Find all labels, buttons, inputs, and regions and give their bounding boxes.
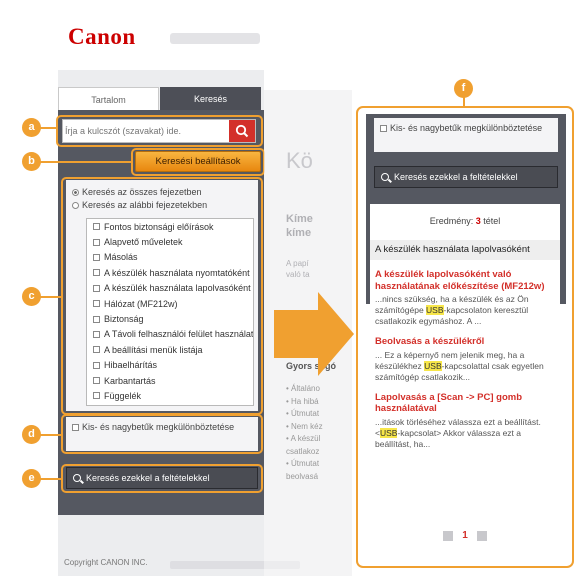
tab-contents[interactable]: Tartalom xyxy=(58,87,159,111)
callout-a: a xyxy=(22,118,41,137)
callout-d: d xyxy=(22,425,41,444)
callout-c-leader xyxy=(38,296,62,298)
quick-help-item[interactable]: • A készül csatlakoz xyxy=(286,433,326,458)
next-page-button[interactable] xyxy=(476,530,487,541)
callout-d-outline xyxy=(61,414,263,454)
callout-b-leader xyxy=(38,161,132,163)
tab-search[interactable]: Keresés xyxy=(160,87,261,111)
callout-b: b xyxy=(22,152,41,171)
prev-page-button[interactable] xyxy=(443,530,454,541)
result-snippet: ...itások törléséhez válassza ezt a beál… xyxy=(375,416,541,449)
quick-help-item[interactable]: • Nem kéz xyxy=(286,421,326,434)
result-link[interactable]: Lapolvasás a [Scan -> PC] gomb használat… xyxy=(375,392,555,415)
quick-help-item[interactable]: • Általáno xyxy=(286,383,326,396)
quick-help-list: • Általáno • Ha hibá • Útmutat • Nem kéz… xyxy=(286,383,326,483)
current-page[interactable]: 1 xyxy=(462,530,468,541)
callout-c: c xyxy=(22,287,41,306)
search-with-conditions-label: Keresés ezekkel a feltételekkel xyxy=(394,172,518,182)
quick-help-item[interactable]: • Ha hibá xyxy=(286,396,326,409)
canon-logo[interactable]: Canon xyxy=(68,24,136,50)
quick-help-item[interactable]: • Útmutat xyxy=(286,408,326,421)
faded-page-title: Kö xyxy=(286,148,313,173)
arrow-body xyxy=(274,310,320,358)
result-link[interactable]: Beolvasás a készülékről xyxy=(375,336,555,348)
checkbox-icon xyxy=(380,125,387,133)
callout-c-outline xyxy=(61,177,263,415)
result-item: Beolvasás a készülékről ... Ez a képerny… xyxy=(370,336,560,383)
search-icon xyxy=(381,173,389,181)
callout-e-leader xyxy=(38,478,62,480)
callout-a-outline xyxy=(56,115,263,147)
copyright: Copyright CANON INC. xyxy=(64,558,148,567)
arrow-right-icon xyxy=(318,292,354,376)
search-results-panel: Kis- és nagybetűk megkülönböztetése Kere… xyxy=(356,106,574,568)
case-sensitive-option[interactable]: Kis- és nagybetűk megkülönböztetése xyxy=(374,118,558,152)
callout-a-leader xyxy=(38,127,58,129)
faded-text: A papí való ta xyxy=(286,259,310,279)
result-snippet: ...nincs szükség, ha a készülék és az Ön… xyxy=(375,294,529,326)
result-item: A készülék lapolvasóként való használatá… xyxy=(370,269,560,327)
pagination: 1 xyxy=(370,530,560,541)
result-group-title: A készülék használata lapolvasóként xyxy=(370,240,560,260)
callout-e: e xyxy=(22,469,41,488)
callout-e-outline xyxy=(61,464,263,493)
result-count: Eredmény: 3 tétel xyxy=(429,216,501,226)
quick-help-item[interactable]: • Útmutat beolvasá xyxy=(286,458,326,483)
blurred-title xyxy=(170,33,260,44)
result-item: Lapolvasás a [Scan -> PC] gomb használat… xyxy=(370,392,560,450)
case-sensitive-label: Kis- és nagybetűk megkülönböztetése xyxy=(390,123,543,133)
callout-d-leader xyxy=(38,434,62,436)
faded-subtitle: Kíme kíme xyxy=(286,213,313,239)
callout-b-outline xyxy=(131,148,265,176)
result-link[interactable]: A készülék lapolvasóként való használatá… xyxy=(375,269,555,292)
search-with-conditions-button[interactable]: Keresés ezekkel a feltételekkel xyxy=(374,166,558,188)
results-list: Eredmény: 3 tétel A készülék használata … xyxy=(370,204,560,549)
result-snippet: ... Ez a képernyő nem jelenik meg, ha a … xyxy=(375,349,544,382)
